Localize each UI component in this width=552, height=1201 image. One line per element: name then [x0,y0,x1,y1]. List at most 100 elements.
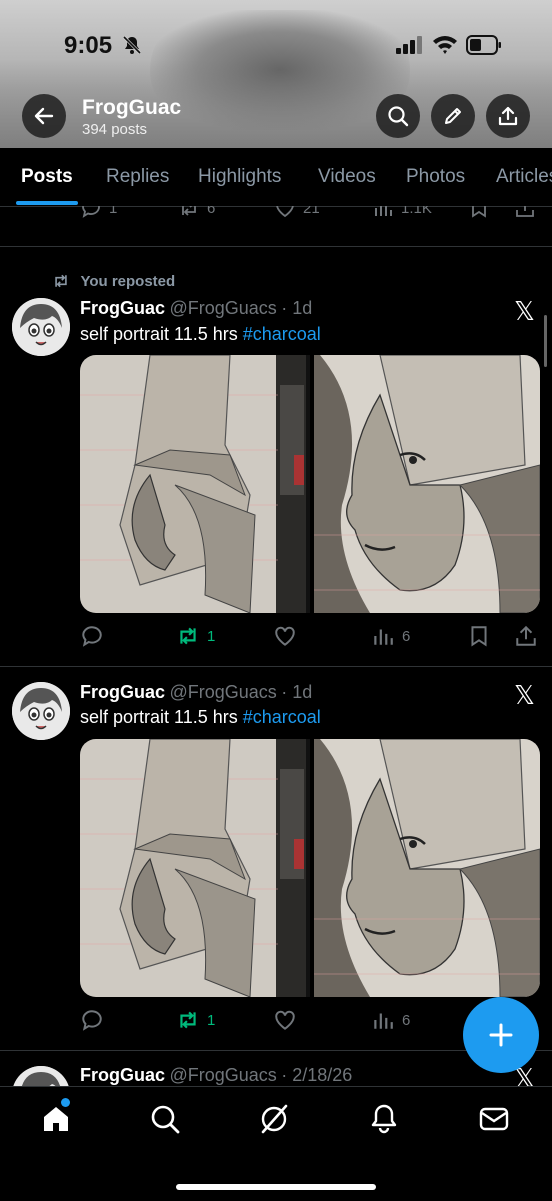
avatar[interactable] [12,1066,70,1086]
share-icon [498,106,518,126]
wifi-icon [433,36,457,54]
post-time: · 2/18/26 [281,1065,353,1085]
repost-indicator: You reposted [52,272,175,290]
plus-icon [489,1023,513,1047]
post-time: · 1d [281,298,313,318]
reply-button[interactable] [80,624,104,648]
home-indicator-bar[interactable] [176,1184,376,1190]
views-button[interactable]: 6 [371,624,410,648]
repost-icon [180,1011,196,1029]
scrollbar[interactable] [544,315,547,367]
heart-icon [276,206,294,218]
post-header: FrogGuac @FrogGuacs · 2/18/26 [80,1065,352,1086]
tab-articles[interactable]: Articles [496,166,552,188]
tab-videos[interactable]: Videos [318,166,376,188]
messages-icon[interactable] [478,1103,510,1135]
tab-articles-clip: Articles [496,148,552,205]
tab-replies[interactable]: Replies [106,166,169,188]
posts-count: 394 posts [82,121,148,138]
search-button[interactable] [376,94,420,138]
profile-name: FrogGuac [82,96,182,119]
handle[interactable]: @FrogGuacs [169,298,276,318]
avatar-illustration [12,298,70,356]
views-icon [374,629,393,645]
reply-icon [82,1010,102,1031]
hashtag-link[interactable]: #charcoal [243,707,321,727]
x-logo-icon[interactable]: 𝕏 [514,680,535,711]
tab-highlights[interactable]: Highlights [198,166,281,188]
prev-post-actions: 1 6 21 1.1K [0,206,552,220]
reply-button[interactable]: 1 [80,206,117,219]
repost-count: 6 [207,206,216,217]
x-logo-icon[interactable]: 𝕏 [514,296,535,327]
search-icon [388,106,409,127]
tab-photos[interactable]: Photos [406,166,465,188]
views-button[interactable]: 6 [371,1008,410,1032]
views-button[interactable]: 1.1K [372,206,432,219]
like-button[interactable] [273,624,297,648]
heart-icon [275,1010,295,1030]
hashtag-link[interactable]: #charcoal [243,324,321,344]
battery-icon [466,35,501,55]
bookmark-icon[interactable] [467,624,491,648]
views-count: 6 [402,627,411,645]
active-tab-indicator [16,201,78,205]
handle[interactable]: @FrogGuacs [169,682,276,702]
reply-button[interactable] [80,1008,104,1032]
post-text-body: self portrait 11.5 hrs [80,707,243,727]
reply-icon [82,206,100,218]
heart-icon [275,626,295,646]
repost-label: You reposted [80,272,176,290]
display-name[interactable]: FrogGuac [80,298,165,318]
post-header: FrogGuac @FrogGuacs · 1d [80,298,312,319]
like-button[interactable] [273,1008,297,1032]
compose-button[interactable] [463,997,539,1073]
grok-icon[interactable] [258,1103,290,1135]
post-divider [0,666,552,667]
repost-icon [182,206,196,216]
avatar-illustration [12,1066,70,1086]
like-button[interactable]: 21 [274,206,320,219]
avatar[interactable] [12,298,70,356]
display-name[interactable]: FrogGuac [80,682,165,702]
views-count: 6 [402,1011,411,1029]
repost-button[interactable]: 6 [178,206,215,219]
post-text-body: self portrait 11.5 hrs [80,324,243,344]
handle[interactable]: @FrogGuacs [169,1065,276,1085]
share-icon[interactable] [514,206,536,219]
repost-button[interactable]: 1 [176,624,215,648]
bookmark-icon[interactable] [468,206,490,219]
avatar[interactable] [12,682,70,740]
post-text: self portrait 11.5 hrs #charcoal [80,707,321,728]
back-button[interactable] [22,94,66,138]
views-icon [375,206,392,216]
reply-count: 1 [109,206,118,217]
post-media[interactable] [80,355,540,613]
cellular-signal-icon [396,36,422,54]
search-icon[interactable] [149,1103,181,1135]
silent-mode-icon [122,35,142,55]
repost-count: 1 [207,627,216,645]
status-time: 9:05 [64,32,113,59]
charcoal-portrait-images [80,355,540,613]
display-name[interactable]: FrogGuac [80,1065,165,1085]
post-divider [0,246,552,247]
home-icon[interactable] [40,1103,72,1135]
views-count: 1.1K [401,206,432,217]
notifications-icon[interactable] [368,1103,400,1135]
post-media[interactable] [80,739,540,997]
repost-icon [55,274,67,288]
post-time: · 1d [281,682,313,702]
edit-button[interactable] [431,94,475,138]
share-icon[interactable] [514,624,538,648]
reply-icon [82,626,102,647]
tab-posts[interactable]: Posts [21,166,73,188]
back-arrow-icon [34,107,54,125]
share-button[interactable] [486,94,530,138]
home-notification-dot [61,1098,70,1107]
post-text: self portrait 11.5 hrs #charcoal [80,324,321,345]
repost-count: 1 [207,1011,216,1029]
repost-button[interactable]: 1 [176,1008,215,1032]
views-icon [374,1013,393,1029]
charcoal-portrait-images [80,739,540,997]
